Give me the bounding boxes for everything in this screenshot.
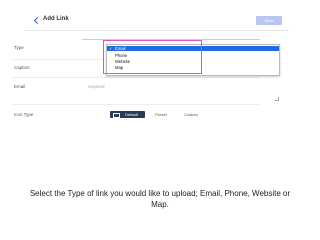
resize-handle-icon[interactable] xyxy=(275,97,279,101)
icon-type-label: Icon Type xyxy=(14,112,34,117)
divider xyxy=(12,77,260,78)
save-button[interactable]: Save xyxy=(256,16,282,25)
email-label: Email xyxy=(14,84,26,89)
image-icon xyxy=(113,113,120,118)
back-chevron-icon[interactable] xyxy=(34,16,41,26)
icon-type-custom[interactable]: Custom xyxy=(181,111,201,118)
instruction-caption: Select the Type of link you would like t… xyxy=(29,189,291,209)
caption-label: Caption xyxy=(14,65,30,70)
page-title: Add Link xyxy=(43,16,69,22)
divider xyxy=(12,104,260,105)
type-label: Type xyxy=(14,45,24,50)
icon-type-default-label: Default xyxy=(125,112,138,117)
annotation-highlight-box xyxy=(103,40,202,74)
header-bar: Add Link Save xyxy=(24,12,289,31)
email-field[interactable]: required xyxy=(88,84,105,89)
icon-type-preset[interactable]: Preset xyxy=(152,111,170,118)
